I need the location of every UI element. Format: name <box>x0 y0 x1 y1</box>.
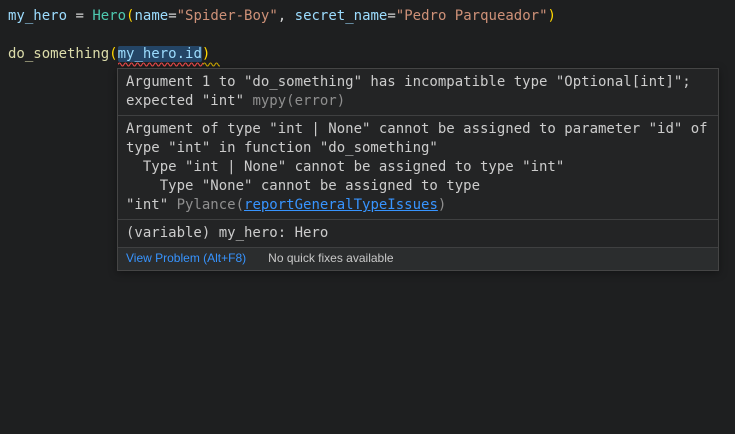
variable-info-text: (variable) my_hero: Hero <box>126 224 716 243</box>
hover-tooltip: Argument 1 to "do_something" has incompa… <box>117 68 719 271</box>
diagnostic-source: ) <box>438 197 446 213</box>
string-literal: "Pedro Parqueador" <box>396 8 548 24</box>
diagnostic-text: type "int" in function "do_something" <box>126 139 716 158</box>
warning-squiggle <box>203 61 220 68</box>
hover-status-bar: View Problem (Alt+F8) No quick fixes ava… <box>118 248 718 270</box>
diagnostic-source: mypy(error) <box>252 93 345 109</box>
diagnostic-text: "int" Pylance(reportGeneralTypeIssues) <box>126 196 716 215</box>
error-squiggle <box>118 61 203 68</box>
code-editor[interactable]: my_hero = Hero(name="Spider-Boy", secret… <box>8 7 735 64</box>
close-paren: ) <box>548 8 556 24</box>
string-literal: "Spider-Boy" <box>177 8 278 24</box>
pylance-diagnostic: Argument of type "int | None" cannot be … <box>118 116 718 220</box>
code-line-blank <box>8 26 735 45</box>
comma: , <box>278 8 295 24</box>
assign-operator: = <box>67 8 92 24</box>
class-token: Hero <box>92 8 126 24</box>
function-call-token: do_something <box>8 46 109 62</box>
equals: = <box>168 8 176 24</box>
variable-info: (variable) my_hero: Hero <box>118 220 718 248</box>
pylance-rule-link[interactable]: reportGeneralTypeIssues <box>244 197 438 213</box>
hovered-symbol[interactable]: my_hero.id <box>118 46 202 62</box>
open-paren: ( <box>109 46 117 62</box>
kwarg-name: name <box>134 8 168 24</box>
variable-token: my_hero <box>8 8 67 24</box>
diagnostic-text: Argument of type "int | None" cannot be … <box>126 120 716 139</box>
no-quick-fixes-text: No quick fixes available <box>268 251 393 266</box>
close-paren: ) <box>202 46 210 62</box>
mypy-diagnostic: Argument 1 to "do_something" has incompa… <box>118 69 718 116</box>
diagnostic-text: expected "int" mypy(error) <box>126 92 716 111</box>
diagnostic-source: Pylance( <box>177 197 244 213</box>
code-line-1: my_hero = Hero(name="Spider-Boy", secret… <box>8 7 735 26</box>
diagnostic-text: Type "int | None" cannot be assigned to … <box>126 158 716 177</box>
kwarg-name: secret_name <box>295 8 388 24</box>
equals: = <box>387 8 395 24</box>
view-problem-link[interactable]: View Problem (Alt+F8) <box>126 251 246 266</box>
diagnostic-text: Argument 1 to "do_something" has incompa… <box>126 73 716 92</box>
diagnostic-text: Type "None" cannot be assigned to type <box>126 177 716 196</box>
